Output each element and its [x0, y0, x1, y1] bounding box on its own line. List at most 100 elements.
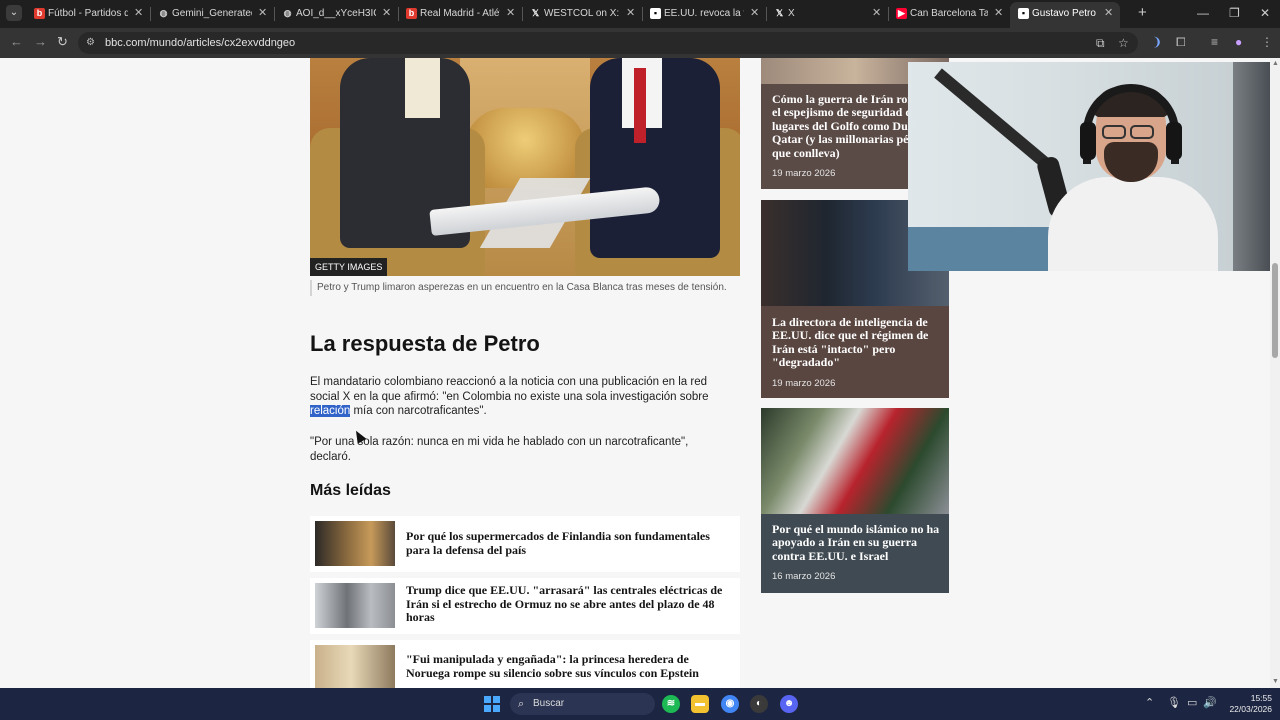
x-icon: 𝕏	[531, 8, 540, 18]
search-icon: ⌕	[518, 698, 525, 710]
profile-avatar[interactable]: ●	[1235, 35, 1242, 49]
article-paragraph-2: "Por una sola razón: nunca en mi vida he…	[310, 436, 689, 463]
webcam-overlay	[908, 62, 1280, 271]
new-tab-button[interactable]: +	[1138, 5, 1147, 21]
browser-tab[interactable]: ◍ Gemini_Generated_Im ✕	[150, 2, 275, 26]
most-read-title[interactable]: Por qué los supermercados de Finlandia s…	[406, 529, 726, 557]
browser-tab[interactable]: ▪Gustavo Petro es par ✕	[1010, 2, 1120, 28]
taskbar-search[interactable]: ⌕ Buscar	[510, 693, 655, 715]
browser-tab[interactable]: ◍ AOI_d__xYceH3IONsq ✕	[274, 2, 399, 26]
close-tab-icon[interactable]: ✕	[1104, 7, 1113, 20]
volume-icon[interactable]: 🔊	[1203, 697, 1217, 710]
scroll-up-icon[interactable]: ▲	[1272, 60, 1279, 68]
maximize-button[interactable]: ❐	[1229, 6, 1240, 20]
tab-search-button[interactable]: ⌄	[6, 5, 22, 21]
chrome-icon[interactable]: ◉	[721, 695, 739, 713]
reload-button[interactable]: ↻	[57, 35, 68, 49]
most-read-thumbnail	[315, 583, 395, 628]
browser-toolbar: ← → ↻ ⚙ bbc.com/mundo/articles/cx2exvddn…	[0, 28, 1280, 58]
most-read-title[interactable]: "Fui manipulada y engañada": la princesa…	[406, 652, 726, 680]
article-hero-image: GETTY IMAGES	[310, 58, 740, 276]
browser-tab[interactable]: ▶Can Barcelona Take R ✕	[888, 2, 1011, 26]
back-button[interactable]: ←	[10, 35, 23, 49]
search-placeholder: Buscar	[533, 698, 565, 709]
close-tab-icon[interactable]: ✕	[258, 7, 267, 20]
tab-title[interactable]: AOI_d__xYceH3IONsq	[296, 8, 376, 20]
bookmark-star-icon[interactable]: ☆	[1118, 36, 1129, 50]
minimize-button[interactable]: —	[1197, 6, 1209, 20]
tab-strip: ⌄ b Fútbol - Partidos de ✕ ◍ Gemini_Generate…	[0, 0, 1280, 28]
x-icon: 𝕏	[775, 8, 784, 18]
browser-tab[interactable]: ▪EE.UU. revoca la visa ✕	[642, 2, 767, 26]
clock-time: 15:55	[1250, 693, 1272, 703]
most-read-item[interactable]: "Fui manipulada y engañada": la princesa…	[310, 640, 740, 688]
close-tab-icon[interactable]: ✕	[750, 7, 759, 20]
tab-title[interactable]: X	[788, 8, 866, 20]
browser-tab[interactable]: 𝕏 X ✕	[766, 2, 889, 26]
close-window-button[interactable]: ✕	[1260, 6, 1270, 20]
extensions-puzzle-icon[interactable]: ⧠	[1176, 35, 1186, 49]
image-credit: GETTY IMAGES	[310, 258, 388, 276]
tab-title[interactable]: Gustavo Petro es par	[1032, 8, 1098, 20]
forward-button[interactable]: →	[34, 35, 47, 49]
most-read-title[interactable]: Trump dice que EE.UU. "arrasará" las cen…	[406, 583, 726, 625]
address-bar[interactable]: ⚙ bbc.com/mundo/articles/cx2exvddngeo ⧉ …	[78, 32, 1138, 54]
section-heading: La respuesta de Petro	[310, 331, 540, 356]
site-info-icon[interactable]: ⚙	[86, 37, 98, 49]
network-icon[interactable]: ▭	[1187, 697, 1197, 710]
browser-tab[interactable]: bReal Madrid - Atlético ✕	[398, 2, 523, 26]
side-card-date: 19 marzo 2026	[772, 168, 836, 179]
url-text[interactable]: bbc.com/mundo/articles/cx2exvddngeo	[105, 37, 295, 49]
obs-icon[interactable]: ◐	[750, 695, 768, 713]
browser-tab[interactable]: b Fútbol - Partidos de ✕	[26, 2, 151, 26]
close-tab-icon[interactable]: ✕	[872, 7, 881, 20]
side-card-title[interactable]: La directora de inteligencia de EE.UU. d…	[772, 315, 942, 370]
browser-tab[interactable]: 𝕏 WESTCOL on X: "😮 ✕	[522, 2, 643, 26]
tab-title[interactable]: EE.UU. revoca la visa	[664, 8, 744, 20]
menu-kebab-icon[interactable]: ⋮	[1261, 35, 1273, 49]
start-button[interactable]	[484, 696, 500, 712]
install-app-icon[interactable]: ⧉	[1096, 36, 1105, 50]
side-card-date: 16 marzo 2026	[772, 571, 836, 582]
tab-title[interactable]: Real Madrid - Atlético	[420, 8, 500, 20]
youtube-icon: ▶	[896, 8, 907, 19]
side-card-image	[761, 408, 949, 514]
most-read-thumbnail	[315, 521, 395, 566]
bbc-icon: ▪	[1018, 8, 1029, 19]
close-tab-icon[interactable]: ✕	[994, 7, 1003, 20]
selected-text: relación	[310, 405, 351, 418]
side-card-date: 19 marzo 2026	[772, 378, 836, 389]
close-tab-icon[interactable]: ✕	[506, 7, 515, 20]
tray-chevron-icon[interactable]: ⌃	[1145, 697, 1154, 710]
discord-icon[interactable]: ☻	[780, 695, 798, 713]
tab-title[interactable]: Can Barcelona Take R	[910, 8, 988, 20]
most-read-item[interactable]: Trump dice que EE.UU. "arrasará" las cen…	[310, 578, 740, 634]
most-read-item[interactable]: Por qué los supermercados de Finlandia s…	[310, 516, 740, 572]
reading-list-icon[interactable]: ≡	[1211, 35, 1218, 49]
red-b-icon: b	[34, 8, 45, 19]
system-clock[interactable]: 15:55 22/03/2026	[1222, 693, 1272, 715]
tab-title[interactable]: Gemini_Generated_Im	[172, 8, 252, 20]
spotify-icon[interactable]: ≋	[662, 695, 680, 713]
globe-icon: ◍	[283, 8, 292, 18]
close-tab-icon[interactable]: ✕	[382, 7, 391, 20]
close-tab-icon[interactable]: ✕	[626, 7, 635, 20]
tab-title[interactable]: Fútbol - Partidos de	[48, 8, 128, 20]
tab-title[interactable]: WESTCOL on X: "😮	[544, 8, 620, 20]
most-read-heading: Más leídas	[310, 482, 391, 499]
red-b-icon: b	[406, 8, 417, 19]
page-scrollbar[interactable]: ▲ ▼	[1270, 58, 1280, 688]
close-tab-icon[interactable]: ✕	[134, 7, 143, 20]
clock-date: 22/03/2026	[1229, 704, 1272, 714]
bbc-icon: ▪	[650, 8, 661, 19]
scrollbar-thumb[interactable]	[1272, 263, 1278, 358]
windows-taskbar: ⌕ Buscar ≋ ▬ ◉ ◐ ☻ ⌃ 🎙 ▭ 🔊 15:55 22/03/2…	[0, 688, 1280, 720]
extension-icon[interactable]: ❩	[1152, 35, 1162, 49]
microphone-tray-icon[interactable]: 🎙	[1167, 697, 1181, 710]
scroll-down-icon[interactable]: ▼	[1272, 678, 1279, 686]
side-card-title[interactable]: Por qué el mundo islámico no ha apoyado …	[772, 522, 942, 563]
headset	[1083, 84, 1179, 164]
file-explorer-icon[interactable]: ▬	[691, 695, 709, 713]
mic-arm	[934, 68, 1050, 168]
side-card[interactable]: Por qué el mundo islámico no ha apoyado …	[761, 408, 949, 593]
